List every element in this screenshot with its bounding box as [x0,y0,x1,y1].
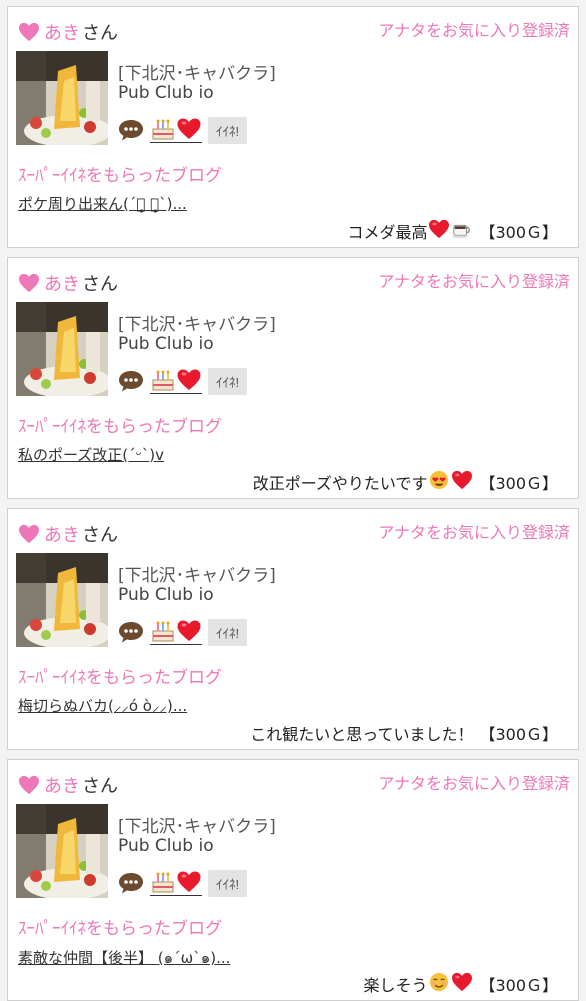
cake-icon [152,872,174,893]
shop-area-category: [下北沢･キャバクラ] [118,817,276,837]
birthday-stamp[interactable] [150,619,202,645]
comment-emojis [427,470,473,494]
user-name[interactable]: あき [44,270,80,296]
user-row[interactable]: あき さん [18,772,118,798]
profile-thumbnail[interactable] [16,804,108,898]
comment-text: 改正ポーズやりたいです [252,474,428,493]
speech-bubble-icon[interactable] [118,369,144,393]
cake-icon [152,119,174,140]
speech-bubble-icon[interactable] [118,118,144,142]
comment-row: これ観たいと思っていました！ 【300Ｇ】 [250,721,558,745]
blog-title-link[interactable]: 素敵な仲間【後半】 (๑´ω`๑)... [18,946,230,970]
action-icons: ｲｲﾈ! [118,116,248,144]
coffee-icon [451,219,473,239]
cake-icon [152,370,174,391]
user-name[interactable]: あき [44,772,80,798]
favorite-status-label: アナタをお気に入り登録済 [378,21,570,40]
comment-row: 楽しそう 【300Ｇ】 [363,972,558,996]
iine-button[interactable]: ｲｲﾈ! [208,116,248,144]
heart-icon [177,369,201,390]
birthday-stamp[interactable] [150,368,202,394]
comment-emojis [427,972,473,996]
notification-card: あき さん アナタをお気に入り登録済 [下北沢･キャバクラ] Pub Club … [7,508,579,750]
shop-area-category: [下北沢･キャバクラ] [118,566,276,586]
user-row[interactable]: あき さん [18,270,118,296]
notification-card: あき さん アナタをお気に入り登録済 [下北沢･キャバクラ] Pub Club … [7,6,579,248]
iine-button[interactable]: ｲｲﾈ! [208,367,248,395]
user-name[interactable]: あき [44,19,80,45]
user-name[interactable]: あき [44,521,80,547]
heart-icon [19,775,39,795]
shop-area-category: [下北沢･キャバクラ] [118,64,276,84]
comment-emojis [427,219,473,243]
birthday-stamp[interactable] [150,117,202,143]
cake-icon [152,621,174,642]
super-iine-blog-label: ｽｰﾊﾟｰｲｲﾈをもらったブログ [18,417,222,437]
heart-icon [177,620,201,641]
user-suffix: さん [82,23,118,44]
comment-text: コメダ最高 [347,223,428,242]
blog-title-link[interactable]: 私のポーズ改正(´ᵕ`)v [18,444,164,465]
favorite-status-label: アナタをお気に入り登録済 [378,523,570,542]
comment-row: 改正ポーズやりたいです 【300Ｇ】 [253,470,558,494]
shop-name[interactable]: Pub Club io [118,83,214,103]
comment-text: これ観たいと思っていました！ [250,725,474,744]
comment-text: 楽しそう [363,976,428,995]
action-icons: ｲｲﾈ! [118,869,248,897]
super-iine-blog-label: ｽｰﾊﾟｰｲｲﾈをもらったブログ [18,919,222,939]
iine-button[interactable]: ｲｲﾈ! [208,618,248,646]
heart-icon [451,972,473,992]
speech-bubble-icon[interactable] [118,871,144,895]
notification-card: あき さん アナタをお気に入り登録済 [下北沢･キャバクラ] Pub Club … [7,759,579,1001]
favorite-status-label: アナタをお気に入り登録済 [378,774,570,793]
iine-button[interactable]: ｲｲﾈ! [208,869,248,897]
blog-title-link[interactable]: 梅切らぬバカ(⸝⸝ó ò⸝⸝)... [18,695,187,716]
user-suffix: さん [82,525,118,546]
comment-row: コメダ最高 【300Ｇ】 [347,219,558,243]
profile-thumbnail[interactable] [16,553,108,647]
heart-icon [428,219,450,239]
action-icons: ｲｲﾈ! [118,367,248,395]
heart-icon [177,871,201,892]
shop-name[interactable]: Pub Club io [118,836,214,856]
notification-feed: あき さん アナタをお気に入り登録済 [下北沢･キャバクラ] Pub Club … [0,0,586,1001]
profile-thumbnail[interactable] [16,302,108,396]
heart-icon [177,118,201,139]
heart-icon [451,470,473,490]
user-suffix: さん [82,274,118,295]
user-row[interactable]: あき さん [18,19,118,45]
smiling-face-icon [428,972,450,992]
heart-icon [19,524,39,544]
points-badge: 【300Ｇ】 [479,223,558,242]
heart-icon [19,22,39,42]
shop-area-category: [下北沢･キャバクラ] [118,315,276,335]
action-icons: ｲｲﾈ! [118,618,248,646]
user-suffix: さん [82,776,118,797]
notification-card: あき さん アナタをお気に入り登録済 [下北沢･キャバクラ] Pub Club … [7,257,579,499]
heart-icon [19,273,39,293]
points-badge: 【300Ｇ】 [479,976,558,995]
shop-name[interactable]: Pub Club io [118,334,214,354]
points-badge: 【300Ｇ】 [479,725,558,744]
profile-thumbnail[interactable] [16,51,108,145]
shop-name[interactable]: Pub Club io [118,585,214,605]
super-iine-blog-label: ｽｰﾊﾟｰｲｲﾈをもらったブログ [18,166,222,186]
heart-eyes-icon [428,470,450,490]
points-badge: 【300Ｇ】 [479,474,558,493]
super-iine-blog-label: ｽｰﾊﾟｰｲｲﾈをもらったブログ [18,668,222,688]
user-row[interactable]: あき さん [18,521,118,547]
favorite-status-label: アナタをお気に入り登録済 [378,272,570,291]
blog-title-link[interactable]: ポケ周り出来ん(´･̥̥̥ ･̥̥̥`)... [18,193,187,214]
birthday-stamp[interactable] [150,870,202,896]
speech-bubble-icon[interactable] [118,620,144,644]
